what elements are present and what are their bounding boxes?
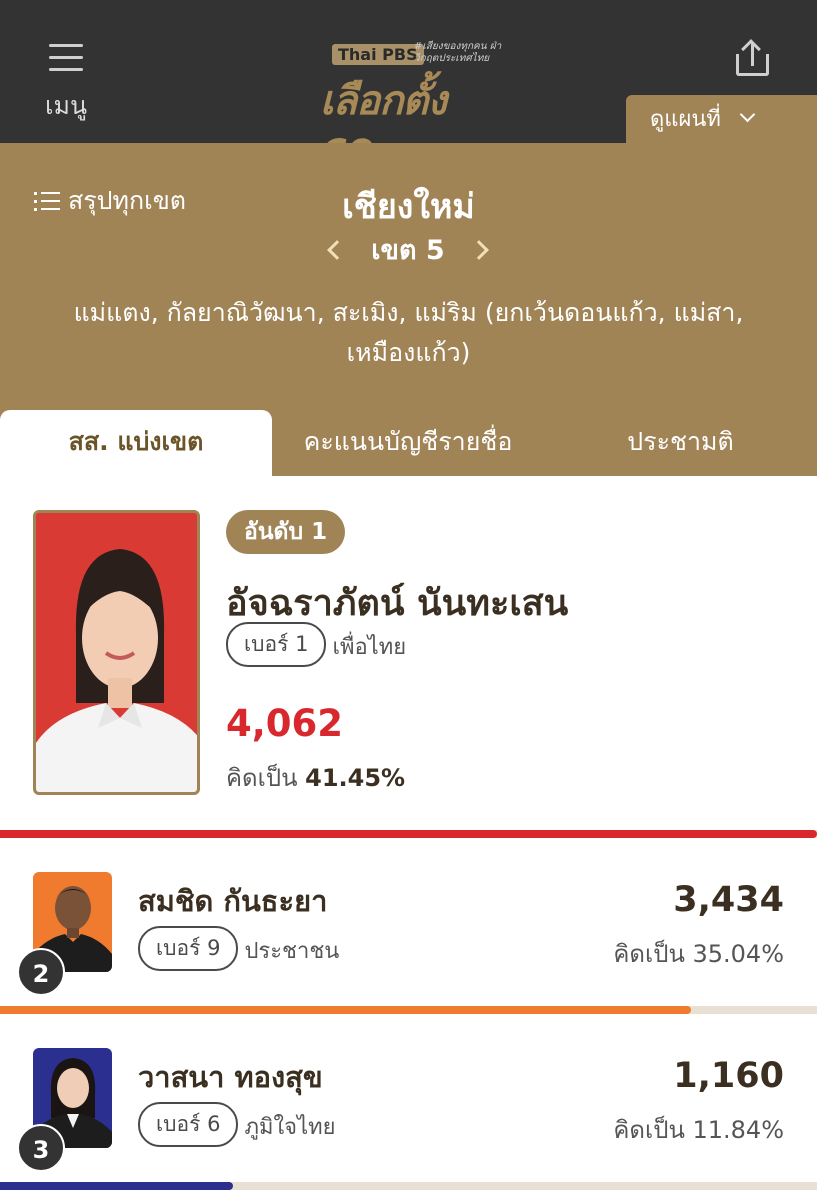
winner-photo	[33, 510, 200, 795]
winner-number-row: เบอร์ 1 เพื่อไทย	[226, 622, 406, 667]
view-map-button[interactable]: ดูแผนที่	[626, 95, 817, 145]
candidate-percentage: คิดเป็น 35.04%	[613, 940, 784, 968]
candidate-number-row: เบอร์ 6 ภูมิใจไทย	[138, 1102, 336, 1147]
province-title: เชียงใหม่	[342, 187, 475, 227]
view-map-label: ดูแผนที่	[650, 107, 721, 132]
winner-card[interactable]: อันดับ 1 อัจฉราภัตน์ นันทะเสน เบอร์ 1 เพื…	[0, 476, 817, 838]
party-name: ภูมิใจไทย	[244, 1115, 336, 1140]
candidate-card[interactable]: 2 สมชิด กันธะยา เบอร์ 9 ประชาชน 3,434 คิด…	[0, 838, 817, 1014]
candidate-name: สมชิด กันธะยา	[138, 884, 328, 918]
share-button[interactable]	[733, 39, 773, 82]
logo-tagline: #เสียงของทุกคน ฝ่าวิกฤตประเทศไทย	[414, 41, 502, 64]
zone-navigator: เขต 5	[318, 231, 498, 275]
menu-button[interactable]: เมนู	[36, 40, 96, 130]
winner-votes: 4,062	[226, 702, 344, 745]
rank-badge: อันดับ 1	[226, 510, 346, 554]
candidate-votes: 3,434	[673, 880, 784, 920]
vote-share-fill	[0, 1182, 234, 1190]
chevron-left-icon[interactable]	[327, 240, 347, 260]
vote-share-fill	[0, 830, 817, 838]
candidate-card[interactable]: 3 วาสนา ทองสุข เบอร์ 6 ภูมิใจไทย 1,160 คิ…	[0, 1014, 817, 1190]
tab-party-list[interactable]: คะแนนบัญชีรายชื่อ	[272, 410, 544, 476]
chevron-right-icon[interactable]	[469, 240, 489, 260]
vote-share-fill	[0, 1006, 691, 1014]
tab-referendum[interactable]: ประชามติ	[544, 410, 817, 476]
vote-share-bar	[0, 1006, 817, 1014]
percentage-value: 41.45%	[305, 764, 406, 792]
menu-label: เมนู	[44, 91, 88, 120]
party-name: ประชาชน	[244, 939, 340, 964]
candidate-percentage: คิดเป็น 11.84%	[613, 1116, 784, 1144]
rank-number: 2	[17, 948, 65, 996]
candidate-number-badge: เบอร์ 1	[226, 622, 327, 667]
zone-areas: แม่แตง, กัลยาณิวัฒนา, สะเมิง, แม่ริม (ยก…	[73, 298, 744, 367]
logo-brand: Thai PBS	[332, 44, 424, 65]
vote-share-bar	[0, 830, 817, 838]
result-tabs: สส. แบ่งเขต คะแนนบัญชีรายชื่อ ประชามติ	[0, 410, 817, 476]
winner-percentage: คิดเป็น 41.45%	[226, 758, 405, 797]
candidate-number-badge: เบอร์ 9	[138, 926, 239, 971]
hamburger-icon	[49, 40, 83, 71]
election-logo: Thai PBS #เสียงของทุกคน ฝ่าวิกฤตประเทศไท…	[318, 40, 503, 178]
rank-number: 3	[17, 1124, 65, 1172]
zone-label: เขต 5	[371, 235, 445, 266]
top-bar: เมนู Thai PBS #เสียงของทุกคน ฝ่าวิกฤตประ…	[0, 0, 817, 178]
vote-share-bar	[0, 1182, 817, 1190]
percentage-prefix: คิดเป็น	[226, 764, 298, 792]
candidate-number-badge: เบอร์ 6	[138, 1102, 239, 1147]
chevron-down-icon	[739, 106, 756, 123]
candidate-votes: 1,160	[673, 1056, 784, 1096]
district-header: สรุปทุกเขต เชียงใหม่ เขต 5 แม่แตง, กัลยา…	[0, 143, 817, 410]
tab-constituency[interactable]: สส. แบ่งเขต	[0, 410, 272, 476]
candidate-name: วาสนา ทองสุข	[138, 1060, 323, 1094]
party-name: เพื่อไทย	[332, 635, 407, 660]
candidate-number-row: เบอร์ 9 ประชาชน	[138, 926, 339, 971]
